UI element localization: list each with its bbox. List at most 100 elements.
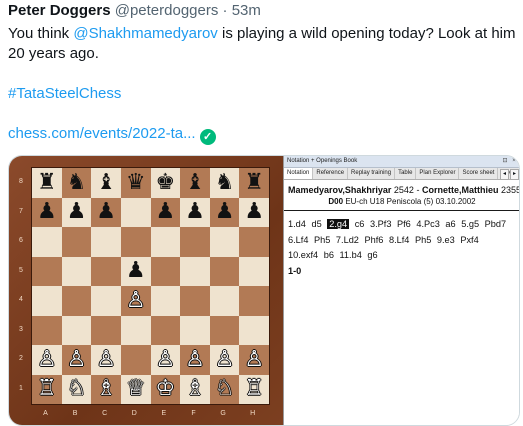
chess-piece[interactable]: ♔ — [155, 378, 175, 400]
square-g4[interactable] — [209, 286, 240, 316]
square-c3[interactable] — [91, 315, 121, 345]
move[interactable]: 5.g5 — [461, 219, 479, 229]
chess-piece[interactable]: ♞ — [67, 171, 87, 194]
square-f8[interactable]: ♝ — [180, 168, 210, 198]
chess-piece[interactable]: ♙ — [244, 348, 264, 371]
chess-piece[interactable]: ♟ — [215, 201, 235, 223]
chess-piece[interactable]: ♙ — [185, 348, 205, 371]
square-a2[interactable]: ♙ — [32, 345, 62, 375]
square-h7[interactable]: ♟ — [239, 197, 269, 227]
hashtag-link[interactable]: #TataSteelChess — [8, 85, 121, 102]
square-e3[interactable] — [150, 315, 181, 345]
square-h6[interactable] — [239, 227, 269, 257]
square-c8[interactable]: ♝ — [91, 168, 121, 198]
move[interactable]: d5 — [311, 219, 321, 229]
tab-replay-training[interactable]: Replay training — [348, 168, 396, 179]
chess-piece[interactable]: ♖ — [37, 378, 57, 400]
chess-piece[interactable]: ♟ — [67, 201, 87, 223]
square-f7[interactable]: ♟ — [180, 197, 210, 227]
author-name[interactable]: Peter Doggers — [8, 2, 111, 19]
chevron-right-icon[interactable]: ▸ — [510, 169, 519, 180]
square-c4[interactable] — [91, 286, 121, 316]
square-e6[interactable] — [150, 227, 181, 257]
square-f6[interactable] — [180, 227, 210, 257]
square-g5[interactable] — [209, 256, 240, 286]
move[interactable]: a6 — [445, 219, 455, 229]
square-c7[interactable]: ♟ — [91, 197, 121, 227]
square-f4[interactable] — [180, 286, 210, 316]
move[interactable]: Pf6 — [397, 219, 411, 229]
square-c6[interactable] — [91, 227, 121, 257]
chess-piece[interactable]: ♗ — [96, 378, 116, 400]
square-g1[interactable]: ♘ — [209, 374, 240, 404]
move[interactable]: 3.Pf3 — [370, 219, 391, 229]
move[interactable]: g6 — [367, 250, 377, 260]
tweet-timestamp[interactable]: 53m — [232, 2, 261, 19]
move[interactable]: 8.Lf4 — [389, 235, 409, 245]
chess-piece[interactable]: ♝ — [96, 171, 116, 194]
move[interactable]: b6 — [324, 250, 334, 260]
tab-table[interactable]: Table — [395, 168, 417, 179]
chess-piece[interactable]: ♙ — [37, 348, 57, 371]
chess-piece[interactable]: ♙ — [155, 348, 175, 371]
chess-piece[interactable]: ♝ — [185, 171, 205, 194]
chess-piece[interactable]: ♟ — [185, 201, 205, 223]
square-b4[interactable] — [61, 286, 92, 316]
square-h3[interactable] — [239, 315, 269, 345]
mention-link[interactable]: @Shakhmamedyarov — [73, 25, 217, 42]
square-d7[interactable] — [120, 197, 151, 227]
square-a5[interactable] — [32, 256, 62, 286]
square-f1[interactable]: ♗ — [180, 374, 210, 404]
square-a4[interactable] — [32, 286, 62, 316]
move[interactable]: Pbd7 — [485, 219, 506, 229]
move[interactable]: Ph5 — [314, 235, 330, 245]
square-h5[interactable] — [239, 256, 269, 286]
square-b6[interactable] — [61, 227, 92, 257]
tab-plan-explorer[interactable]: Plan Explorer — [416, 168, 460, 179]
chess-piece[interactable]: ♛ — [126, 171, 146, 194]
chess-piece[interactable]: ♘ — [67, 378, 87, 400]
square-e7[interactable]: ♟ — [150, 197, 181, 227]
square-a6[interactable] — [32, 227, 62, 257]
chess-piece[interactable]: ♗ — [185, 378, 205, 400]
move[interactable]: 10.exf4 — [288, 250, 318, 260]
square-h4[interactable] — [239, 286, 269, 316]
square-f3[interactable] — [180, 315, 210, 345]
square-c1[interactable]: ♗ — [91, 374, 121, 404]
square-a8[interactable]: ♜ — [32, 168, 62, 198]
move[interactable]: Pxf4 — [460, 235, 478, 245]
square-b1[interactable]: ♘ — [61, 374, 92, 404]
square-b8[interactable]: ♞ — [61, 168, 92, 198]
move[interactable]: Ph5 — [415, 235, 431, 245]
square-b5[interactable] — [61, 256, 92, 286]
tab-score-sheet[interactable]: Score sheet — [459, 168, 499, 179]
chess-piece[interactable]: ♙ — [215, 348, 235, 371]
url-link[interactable]: chess.com/events/2022-ta... — [8, 125, 196, 142]
square-d5[interactable]: ♟ — [120, 256, 151, 286]
pin-icon[interactable]: ⊡ — [501, 157, 509, 165]
chess-piece[interactable]: ♟ — [155, 201, 175, 223]
square-e8[interactable]: ♚ — [150, 168, 181, 198]
square-g8[interactable]: ♞ — [209, 168, 240, 198]
square-g6[interactable] — [209, 227, 240, 257]
tweet-media-image[interactable]: ♜ ♞ ♝ ♛ ♚ ♝ ♞ ♜ ♟ ♟ ♟ ♟ ♟ ♟ ♟ ♟ ♙ ♙ ♙ ♙ ♙ ♙ ♙ ♙ ♖ ♘ ♗ ♕ ♔ ♗ ♘ ♖ 8 7 6 5 4 3 2… — [8, 155, 520, 426]
close-icon[interactable]: × — [510, 157, 518, 165]
black-player[interactable]: Cornette,Matthieu — [422, 185, 499, 195]
chess-piece[interactable]: ♟ — [244, 201, 264, 223]
chess-piece[interactable]: ♟ — [96, 201, 116, 223]
move[interactable]: c6 — [355, 219, 365, 229]
chess-piece[interactable]: ♟ — [37, 201, 57, 223]
square-g3[interactable] — [209, 315, 240, 345]
square-a7[interactable]: ♟ — [32, 197, 62, 227]
square-g2[interactable]: ♙ — [209, 345, 240, 375]
square-f2[interactable]: ♙ — [180, 345, 210, 375]
tab-notation[interactable]: Notation — [284, 168, 314, 179]
square-e5[interactable] — [150, 256, 181, 286]
square-d6[interactable] — [120, 227, 151, 257]
move[interactable]: 1.d4 — [288, 219, 306, 229]
square-a1[interactable]: ♖ — [32, 374, 62, 404]
move[interactable]: 9.e3 — [437, 235, 455, 245]
square-h8[interactable]: ♜ — [239, 168, 269, 198]
move[interactable]: 11.b4 — [340, 250, 362, 260]
chess-piece[interactable]: ♙ — [96, 348, 116, 371]
